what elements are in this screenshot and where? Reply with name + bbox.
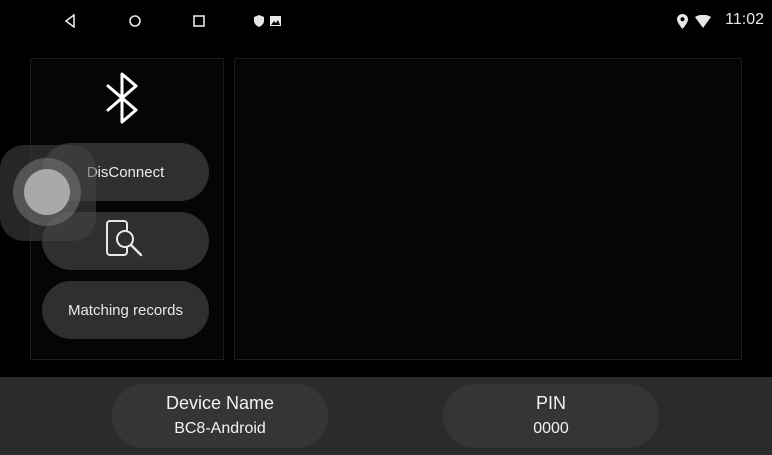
recents-icon[interactable]: [189, 11, 209, 31]
device-list-panel: [234, 58, 742, 360]
wifi-icon: [693, 12, 713, 30]
matching-records-button[interactable]: Matching records: [42, 281, 209, 339]
location-icon: [675, 12, 689, 30]
device-search-icon: [105, 219, 147, 263]
image-icon: [268, 13, 282, 29]
matching-records-label: Matching records: [67, 301, 184, 319]
pin-field[interactable]: PIN 0000: [443, 384, 659, 448]
disconnect-label: DisConnect: [86, 163, 165, 181]
device-name-label: Device Name: [165, 393, 275, 413]
floating-button-core[interactable]: [24, 169, 70, 215]
back-icon[interactable]: [60, 11, 80, 31]
device-name-field[interactable]: Device Name BC8-Android: [112, 384, 328, 448]
pin-value: 0000: [533, 420, 569, 437]
pin-label: PIN: [535, 393, 566, 413]
status-bar: 11:02: [0, 0, 772, 42]
home-icon[interactable]: [125, 11, 145, 31]
clock-time: 11:02: [725, 11, 764, 28]
device-name-value: BC8-Android: [174, 420, 266, 437]
shield-icon: [252, 13, 266, 29]
device-info-bar: Device Name BC8-Android PIN 0000: [0, 377, 772, 455]
bluetooth-icon: [100, 72, 146, 129]
